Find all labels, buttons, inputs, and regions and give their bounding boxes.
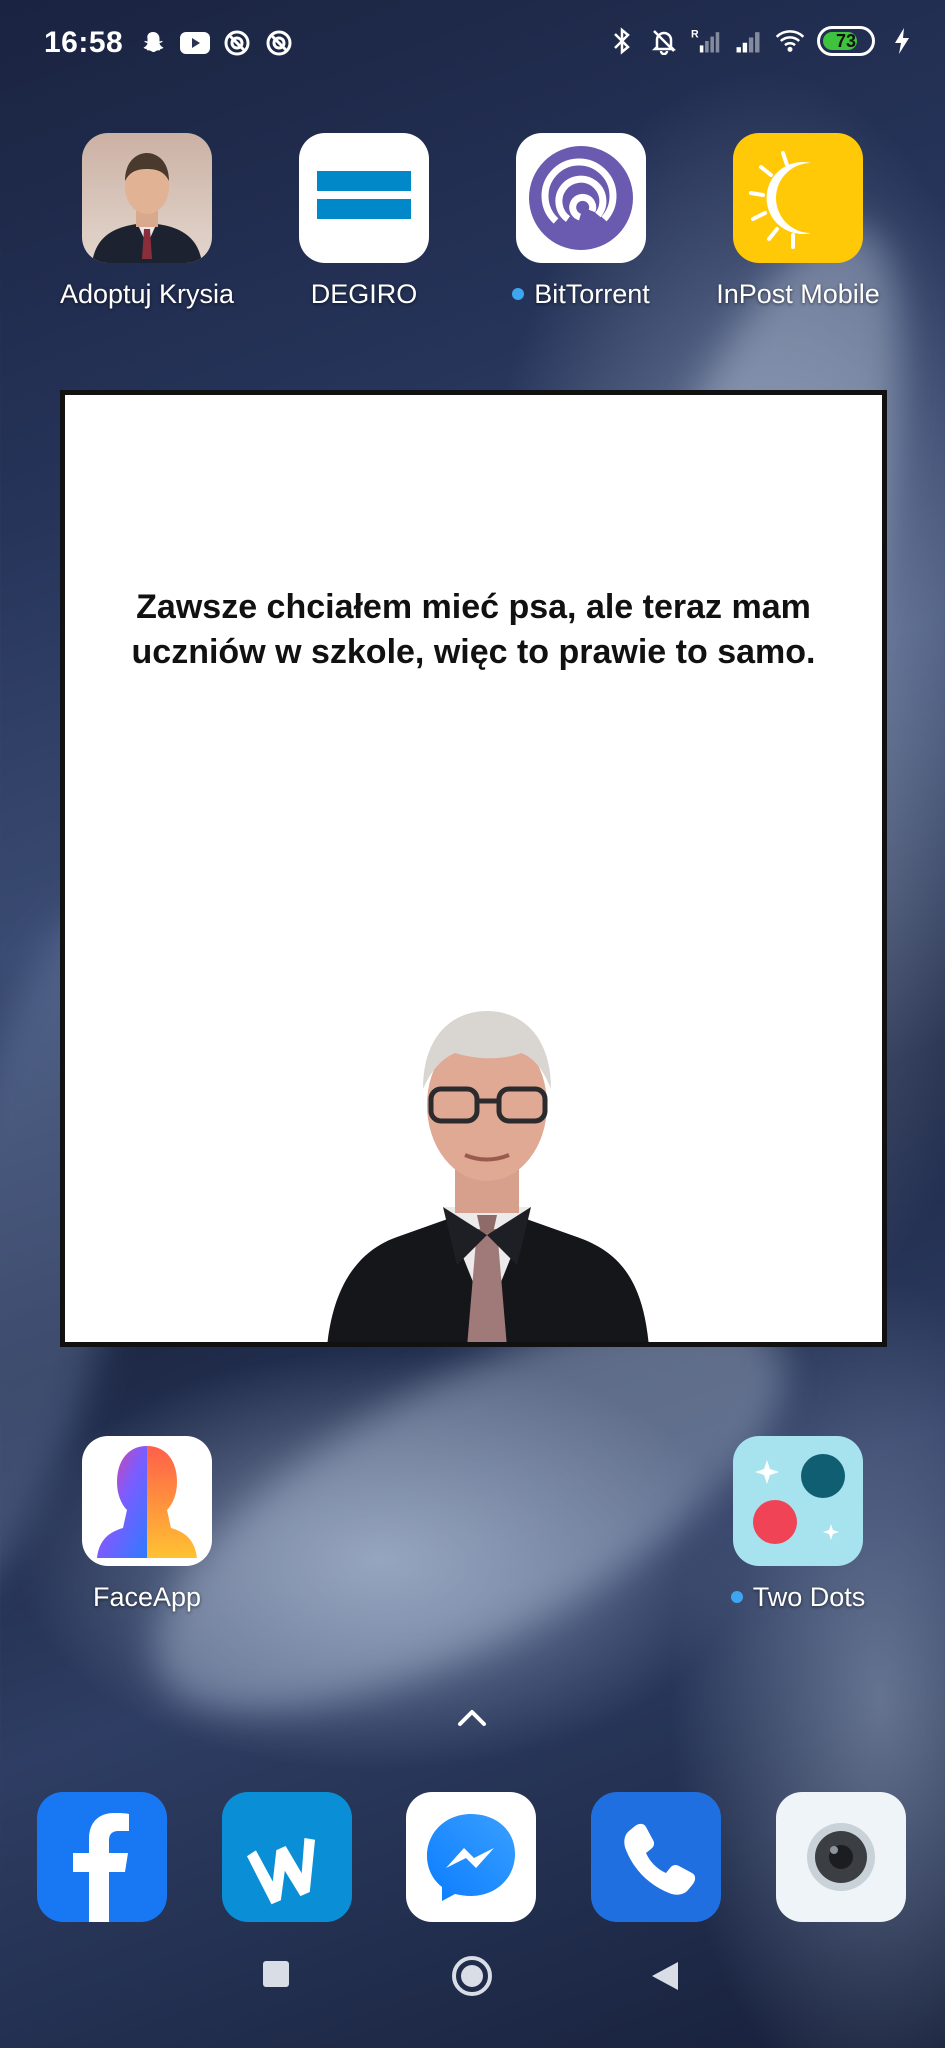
app-two-dots[interactable]: Two Dots — [698, 1436, 898, 1613]
camera-icon[interactable] — [776, 1792, 906, 1922]
blocked-app-icon — [222, 28, 252, 58]
bittorrent-logo-icon — [516, 133, 646, 263]
svg-text:R: R — [691, 28, 699, 40]
back-triangle-icon[interactable] — [650, 1960, 680, 1997]
app-faceapp[interactable]: FaceApp — [47, 1436, 247, 1613]
battery-level: 73 — [835, 30, 857, 51]
signal-roaming-icon: R — [691, 26, 721, 56]
muted-bell-icon — [649, 26, 679, 56]
signal-icon — [733, 26, 763, 56]
phone-icon[interactable] — [591, 1792, 721, 1922]
app-label: BitTorrent — [481, 279, 681, 310]
charging-icon — [887, 26, 917, 56]
system-icons: R 73 — [607, 26, 917, 56]
new-badge-dot — [730, 1590, 743, 1603]
app-label: Adoptuj Krysia — [59, 279, 235, 309]
two-dots-icon — [733, 1436, 863, 1566]
wifi-icon — [775, 26, 805, 56]
snapchat-icon — [138, 28, 168, 58]
app-degiro[interactable]: DEGIRO — [264, 133, 464, 310]
app-inpost-mobile[interactable]: InPost Mobile — [698, 133, 898, 310]
faceapp-face-icon — [82, 1436, 212, 1566]
inpost-sun-icon — [733, 133, 863, 263]
portrait-image — [327, 993, 649, 1342]
recents-square-icon[interactable] — [262, 1960, 290, 1993]
new-badge-dot — [512, 287, 525, 300]
app-label: DEGIRO — [310, 279, 418, 309]
home-circle-icon[interactable] — [450, 1954, 494, 2003]
app-label: Two Dots — [698, 1582, 898, 1613]
messenger-icon[interactable] — [406, 1792, 536, 1922]
youtube-icon — [180, 28, 210, 58]
portrait-man-icon — [82, 133, 212, 263]
status-bar: 16:58 R 73 — [0, 0, 945, 90]
app-label: FaceApp — [92, 1582, 202, 1612]
app-adoptuj-krysia[interactable]: Adoptuj Krysia — [47, 133, 247, 310]
notification-icons — [138, 28, 294, 58]
app-drawer-chevron-up-icon[interactable] — [450, 1704, 494, 1734]
app-label-text: BitTorrent — [534, 279, 650, 309]
app-label-text: Two Dots — [752, 1582, 866, 1612]
battery-icon: 73 — [817, 26, 875, 56]
quote-widget[interactable]: Zawsze chciałem mieć psa, ale teraz mam … — [60, 390, 887, 1347]
app-label: InPost Mobile — [716, 279, 880, 309]
quote-text: Zawsze chciałem mieć psa, ale teraz mam … — [131, 588, 816, 671]
bluetooth-icon — [607, 26, 637, 56]
app-bittorrent[interactable]: BitTorrent — [481, 133, 681, 310]
blocked-app-icon — [264, 28, 294, 58]
clock: 16:58 — [44, 26, 124, 59]
wattpad-icon[interactable] — [222, 1792, 352, 1922]
facebook-icon[interactable] — [37, 1792, 167, 1922]
degiro-logo-icon — [299, 133, 429, 263]
